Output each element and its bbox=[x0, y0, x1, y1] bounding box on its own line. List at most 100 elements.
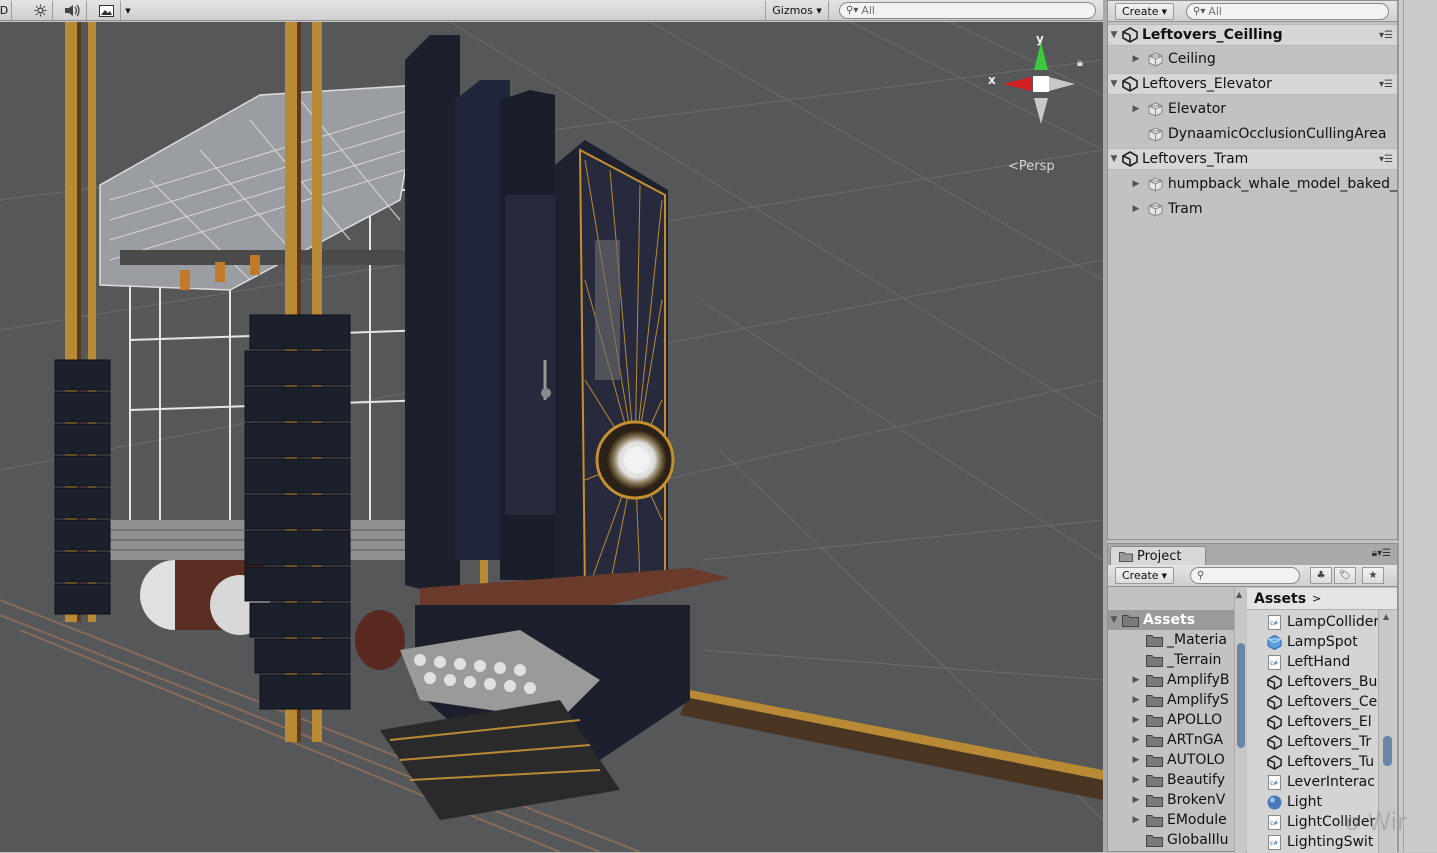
unity-scene-icon bbox=[1267, 754, 1282, 770]
tree-item-folder[interactable]: GlobalIlu bbox=[1108, 830, 1234, 850]
folder-icon bbox=[1146, 794, 1163, 807]
gizmo-x-axis[interactable] bbox=[1003, 77, 1031, 91]
projection-toggle[interactable]: <Persp bbox=[1008, 159, 1055, 174]
expand-arrow-icon[interactable]: ▶ bbox=[1130, 695, 1142, 705]
scroll-up-arrow-icon[interactable]: ▲ bbox=[1383, 612, 1389, 621]
gizmo-neg-x-axis[interactable] bbox=[1049, 77, 1075, 91]
gizmos-dropdown[interactable]: Gizmos ▼ bbox=[765, 1, 829, 20]
scene-search-input[interactable]: ⚲▾ All bbox=[839, 2, 1096, 19]
asset-item[interactable]: LampSpot bbox=[1267, 632, 1379, 652]
expand-arrow-icon[interactable]: ▶ bbox=[1130, 715, 1142, 725]
breadcrumb[interactable]: Assets > bbox=[1247, 588, 1397, 610]
scene-toolbar: 2D ▼ Gizmos ▼ ⚲▾All bbox=[0, 0, 1103, 21]
hierarchy-item-humpback-whale[interactable]: ▶ humpback_whale_model_baked_ bbox=[1108, 173, 1398, 195]
fold-arrow-icon[interactable]: ▼ bbox=[1108, 79, 1120, 89]
tree-item-folder[interactable]: ▶ APOLLO bbox=[1108, 710, 1234, 730]
svg-text:c#: c# bbox=[1270, 620, 1278, 627]
scene-header-leftovers-tram[interactable]: ▼ Leftovers_Tram ▾☰ bbox=[1108, 148, 1397, 170]
search-icon: ⚲▾ bbox=[1193, 6, 1206, 17]
scene-name: Leftovers_Elevator bbox=[1142, 76, 1272, 92]
tree-item-folder[interactable]: ▶ BrokenV bbox=[1108, 790, 1234, 810]
tree-item-assets[interactable]: ▼ Assets bbox=[1108, 610, 1234, 630]
search-icon: ⚲▾ bbox=[846, 5, 859, 16]
expand-arrow-icon[interactable]: ▶ bbox=[1130, 735, 1142, 745]
project-search-input[interactable]: ⚲ bbox=[1190, 567, 1300, 584]
hierarchy-panel: Create ▼ ⚲▾ All ▼ Leftovers_Ceilling ▾☰ ▶ … bbox=[1107, 0, 1398, 540]
tree-item-folder[interactable]: ▶ ARTnGA bbox=[1108, 730, 1234, 750]
expand-arrow-icon[interactable]: ▶ bbox=[1130, 775, 1142, 785]
hierarchy-item-ceiling[interactable]: ▶ Ceiling bbox=[1108, 48, 1397, 70]
fold-arrow-icon[interactable]: ▼ bbox=[1108, 30, 1120, 40]
panel-lock-menu-icon[interactable]: 🔒︎▾☰ bbox=[1372, 548, 1391, 559]
hierarchy-search-input[interactable]: ⚲▾ All bbox=[1186, 3, 1389, 20]
tree-item-folder[interactable]: _Terrain bbox=[1108, 650, 1234, 670]
lighting-toggle[interactable] bbox=[29, 1, 53, 20]
tree-item-folder[interactable]: ▶ AmplifyS bbox=[1108, 690, 1234, 710]
tree-item-folder[interactable]: _Materia bbox=[1108, 630, 1234, 650]
scene-header-leftovers-elevator[interactable]: ▼ Leftovers_Elevator ▾☰ bbox=[1108, 73, 1397, 95]
tab-project[interactable]: Project bbox=[1110, 546, 1206, 565]
filter-by-type-icon[interactable]: ♣ bbox=[1310, 567, 1332, 584]
filter-by-label-icon[interactable]: 🏷︎ bbox=[1334, 567, 1356, 584]
folder-icon bbox=[1146, 674, 1163, 687]
asset-item[interactable]: c# LeverInterac bbox=[1267, 772, 1379, 792]
hierarchy-toolbar: Create ▼ ⚲▾ All bbox=[1108, 1, 1397, 22]
asset-item[interactable]: Leftovers_Tu bbox=[1267, 752, 1379, 772]
scroll-up-arrow-icon[interactable]: ▲ bbox=[1236, 590, 1242, 599]
audio-toggle[interactable] bbox=[59, 1, 87, 20]
assets-scroll-thumb[interactable] bbox=[1383, 736, 1392, 766]
gameobject-cube-icon bbox=[1148, 126, 1163, 142]
unity-scene-icon bbox=[1267, 694, 1282, 710]
effects-dropdown[interactable]: ▼ bbox=[121, 1, 135, 20]
hierarchy-create-button[interactable]: Create ▼ bbox=[1115, 3, 1174, 20]
2d-mode-toggle[interactable]: 2D bbox=[0, 1, 12, 20]
expand-arrow-icon[interactable]: ▶ bbox=[1130, 675, 1142, 685]
asset-item[interactable]: c# LampCollider bbox=[1267, 612, 1379, 632]
scene-menu-icon[interactable]: ▾☰ bbox=[1379, 30, 1393, 41]
favorites-star-icon[interactable]: ★ bbox=[1362, 567, 1384, 584]
hierarchy-item-tram[interactable]: ▶ Tram bbox=[1108, 198, 1397, 220]
orientation-gizmo[interactable] bbox=[985, 32, 1080, 127]
tree-item-folder[interactable]: ▶ Beautify bbox=[1108, 770, 1234, 790]
unity-scene-icon bbox=[1122, 76, 1138, 92]
tree-scrollbar[interactable]: ▲ bbox=[1234, 588, 1246, 853]
asset-item[interactable]: Leftovers_Tr bbox=[1267, 732, 1379, 752]
lock-icon[interactable]: 🔒︎ bbox=[1077, 56, 1083, 70]
asset-item[interactable]: c# LeftHand bbox=[1267, 652, 1379, 672]
folder-icon bbox=[1146, 654, 1163, 667]
fold-arrow-icon[interactable]: ▼ bbox=[1108, 154, 1120, 164]
asset-item[interactable]: Leftovers_Bu bbox=[1267, 672, 1379, 692]
expand-arrow-icon[interactable]: ▶ bbox=[1130, 755, 1142, 765]
scene-menu-icon[interactable]: ▾☰ bbox=[1379, 154, 1393, 165]
gizmo-neg-y-axis[interactable] bbox=[1034, 98, 1048, 124]
expand-arrow-icon[interactable]: ▶ bbox=[1130, 204, 1142, 214]
tree-item-folder[interactable]: ▶ EModule bbox=[1108, 810, 1234, 830]
gizmo-y-axis[interactable] bbox=[1034, 42, 1048, 70]
script-icon: c# bbox=[1268, 834, 1281, 850]
expand-arrow-icon[interactable]: ▶ bbox=[1130, 179, 1142, 189]
tree-item-folder[interactable]: ▶ AUTOLO bbox=[1108, 750, 1234, 770]
asset-item[interactable]: Leftovers_Ce bbox=[1267, 692, 1379, 712]
scene-header-leftovers-ceilling[interactable]: ▼ Leftovers_Ceilling ▾☰ bbox=[1108, 24, 1397, 46]
asset-item[interactable]: Leftovers_El bbox=[1267, 712, 1379, 732]
search-icon: ⚲ bbox=[1197, 570, 1205, 581]
hierarchy-item-occlusion-area[interactable]: DynaamicOcclusionCullingArea bbox=[1108, 123, 1397, 145]
fold-arrow-icon[interactable]: ▼ bbox=[1108, 615, 1120, 625]
tree-item-folder[interactable]: ▶ AmplifyB bbox=[1108, 670, 1234, 690]
sun-icon bbox=[34, 4, 47, 17]
expand-arrow-icon[interactable]: ▶ bbox=[1130, 104, 1142, 114]
gizmo-center-cube[interactable] bbox=[1033, 76, 1049, 92]
scene-menu-icon[interactable]: ▾☰ bbox=[1379, 79, 1393, 90]
project-create-button[interactable]: Create ▼ bbox=[1115, 567, 1174, 584]
scene-view[interactable]: 2D ▼ Gizmos ▼ ⚲▾All bbox=[0, 0, 1103, 852]
gizmo-x-label: x bbox=[988, 73, 996, 87]
scene-viewport[interactable]: y x <Persp 🔒︎ bbox=[0, 22, 1103, 852]
expand-arrow-icon[interactable]: ▶ bbox=[1130, 795, 1142, 805]
folder-icon bbox=[1122, 614, 1139, 627]
hierarchy-item-elevator[interactable]: ▶ Elevator bbox=[1108, 98, 1397, 120]
expand-arrow-icon[interactable]: ▶ bbox=[1130, 54, 1142, 64]
folder-icon bbox=[1146, 634, 1163, 647]
effects-toggle[interactable] bbox=[93, 1, 121, 20]
tree-scroll-thumb[interactable] bbox=[1237, 643, 1245, 748]
expand-arrow-icon[interactable]: ▶ bbox=[1130, 815, 1142, 825]
